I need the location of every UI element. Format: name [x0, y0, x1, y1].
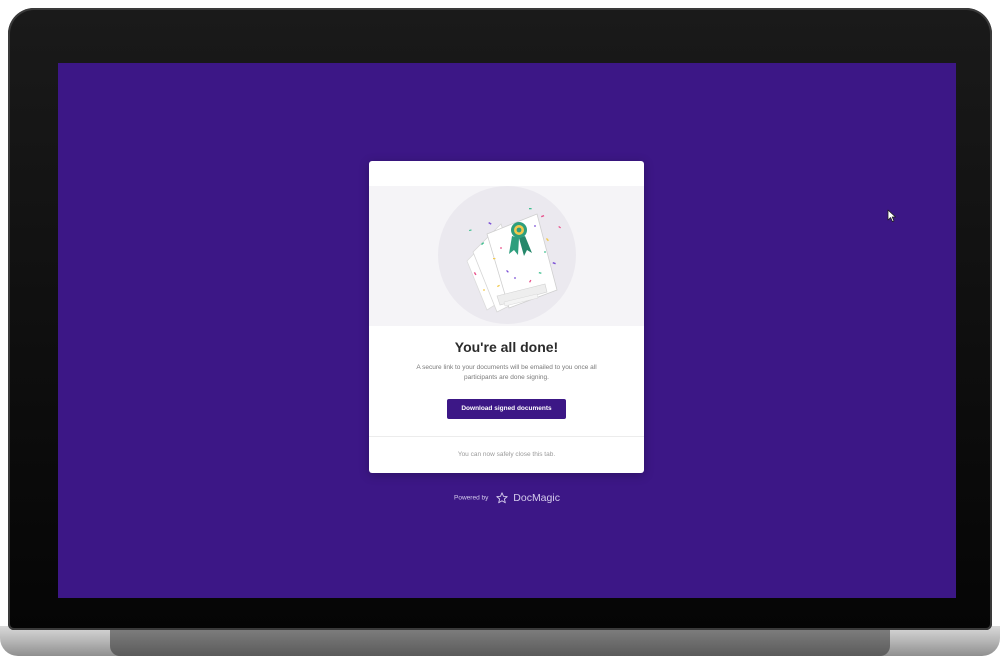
download-signed-documents-button[interactable]: Download signed documents: [447, 399, 566, 419]
mouse-cursor-icon: [887, 209, 896, 222]
award-ribbon-documents-illustration: [466, 208, 561, 313]
powered-by-footer: Powered by DocMagic: [407, 489, 607, 507]
screen-background: You're all done! A secure link to your d…: [58, 63, 956, 598]
completion-message: A secure link to your documents will be …: [416, 364, 597, 381]
laptop-base-hinge: [110, 630, 890, 656]
laptop-frame: You're all done! A secure link to your d…: [0, 0, 1000, 656]
star-outline-icon: [496, 492, 508, 504]
powered-by-label: Powered by: [454, 494, 489, 502]
laptop-lid: You're all done! A secure link to your d…: [8, 8, 992, 630]
brand-name[interactable]: DocMagic: [513, 492, 560, 504]
completion-title: You're all done!: [454, 339, 559, 355]
card-divider: [369, 436, 644, 437]
completion-card: You're all done! A secure link to your d…: [369, 161, 644, 473]
completion-illustration-area: [369, 186, 644, 326]
close-tab-note: You can now safely close this tab.: [457, 451, 556, 458]
